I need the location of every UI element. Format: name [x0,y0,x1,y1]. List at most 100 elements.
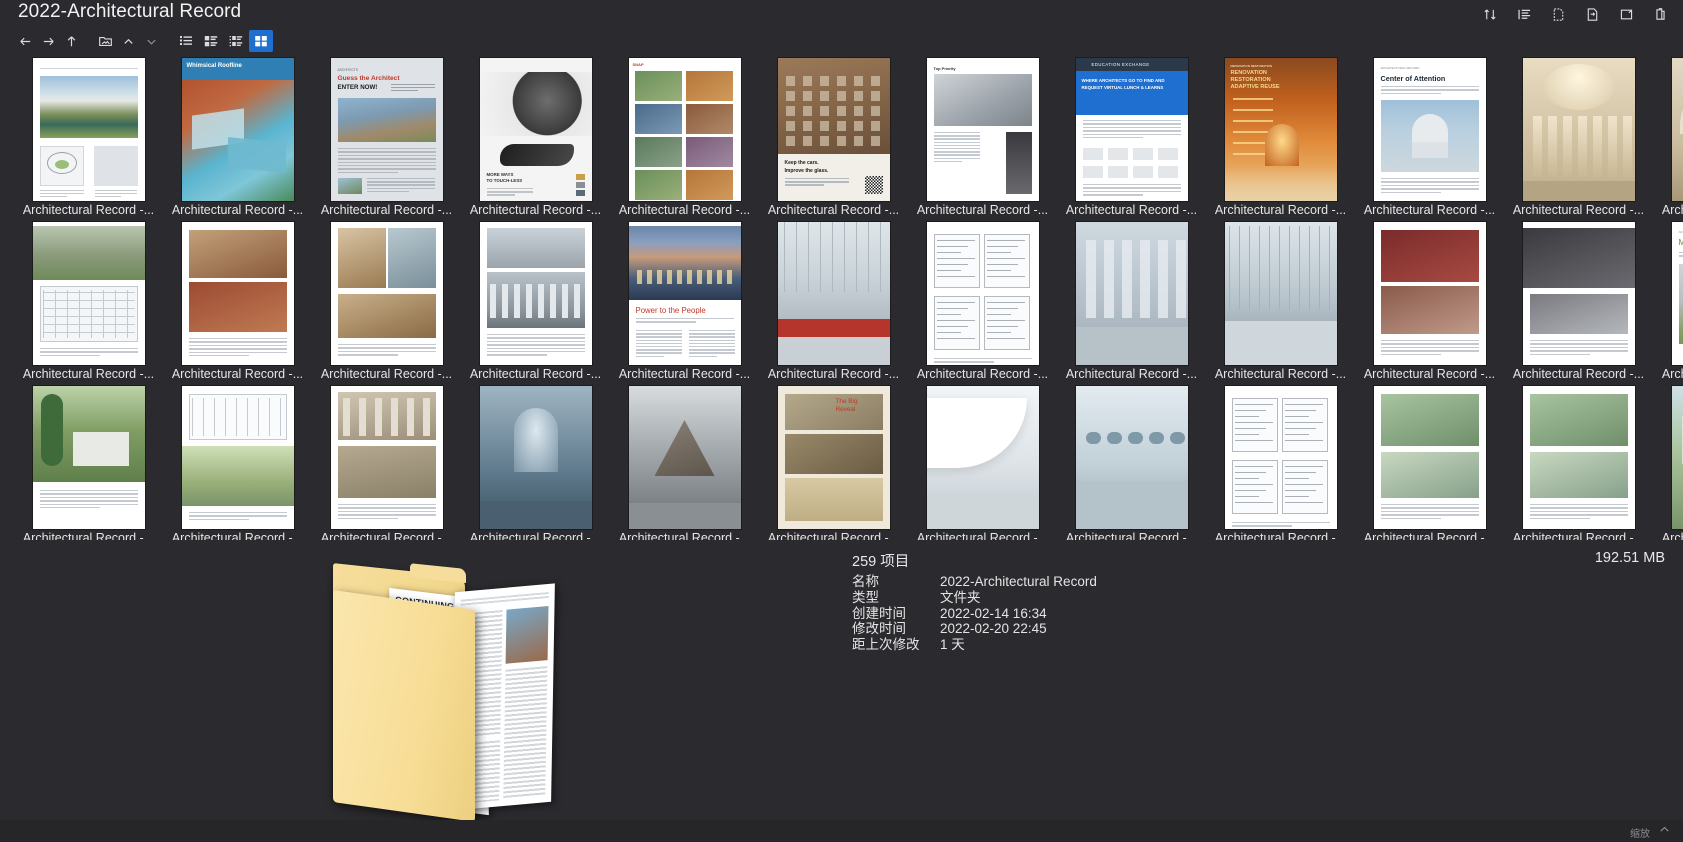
thumbnail-image[interactable]: MORE WAYS TO TOUCH-LESS [476,58,596,201]
expand-chevron-up-icon[interactable] [1658,823,1671,841]
thumbnail-image[interactable]: Power to the People [625,222,745,365]
thumbnail-image[interactable]: ARCHITECTURAL RECORDMonumental Revival [1668,222,1683,365]
thumbnail-item[interactable]: Architectural Record -... [908,386,1057,540]
thumbnail-item[interactable]: Architectural Record -... [163,386,312,540]
thumbnail-item[interactable]: Architectural Record -... [312,386,461,540]
thumbnail-item[interactable]: Architectural Record -... [1206,386,1355,540]
thumbnail-image[interactable]: Whimsical Roofline [178,58,298,201]
thumbnail-item[interactable]: Power to the People Architectural Record … [610,222,759,386]
thumbnail-item[interactable]: Architectural Record -... [461,222,610,386]
thumbnail-item[interactable]: MORE WAYS TO TOUCH-LESS Architectural Reco… [461,58,610,222]
page-preview: Top Priority [926,58,1039,201]
page-preview [1671,386,1683,529]
thumbnail-item[interactable]: Architectural Record -... [759,222,908,386]
thumbnail-grid-area[interactable]: Architectural Record -... Whimsical Roofl… [0,54,1683,540]
thumbnail-item[interactable]: Architectural Record -... [1057,386,1206,540]
thumbnail-image[interactable] [476,386,596,529]
page-preview: Whimsical Roofline [181,58,294,201]
thumbnail-item[interactable]: Keep the cars. Improve the glass. Architec… [759,58,908,222]
thumbnail-item[interactable]: Architectural Record -... [1653,386,1683,540]
thumbnail-image[interactable] [1668,58,1683,201]
thumbnail-item[interactable]: Architectural Record -... [14,222,163,386]
thumbnail-item[interactable]: Architectural Record -... [1206,222,1355,386]
thumbnail-image[interactable] [29,386,149,529]
thumbnail-image[interactable]: Keep the cars. Improve the glass. [774,58,894,201]
list-format-icon[interactable] [1511,3,1537,25]
thumbnail-item[interactable]: ARCHITECTURAL RECORD Center of Attention A… [1355,58,1504,222]
navigation-toolbar [0,28,1683,54]
thumbnail-item[interactable]: ARCHITECTURAL RECORDMonumental Revival Ar… [1653,222,1683,386]
thumbnail-item[interactable]: RENOVATION RESTORATION RENOVATION RESTORAT… [1206,58,1355,222]
thumbnail-image[interactable] [1519,222,1639,365]
thumbnail-item[interactable]: Architectural Record -... [1504,386,1653,540]
thumbnail-image[interactable]: ARCHITECTURAL RECORD Center of Attention [1370,58,1490,201]
thumbnail-image[interactable]: ARCHITECTS Guess the Architect ENTER NOW! [327,58,447,201]
thumbnail-item[interactable]: The Big Reveal Architectural Record -... [759,386,908,540]
thumbnail-item[interactable]: Architectural Record -... [1504,222,1653,386]
thumbnail-item[interactable]: Architectural Record -... [14,58,163,222]
thumbnail-item[interactable]: EDUCATION EXCHANGE WHERE ARCHITECTS GO TO… [1057,58,1206,222]
back-button[interactable] [14,30,36,52]
chevron-down-icon[interactable] [140,30,162,52]
thumbnail-image[interactable] [1221,386,1341,529]
view-thumbnails-button[interactable] [249,30,273,52]
collapse-chevron-up-icon[interactable] [117,30,139,52]
thumbnail-item[interactable]: ARCHITECTS Guess the Architect ENTER NOW! A… [312,58,461,222]
thumbnail-image[interactable] [1519,58,1639,201]
thumbnail-image[interactable]: RENOVATION RESTORATION RENOVATION RESTORAT… [1221,58,1341,201]
new-page-icon[interactable] [1545,3,1571,25]
view-list-button[interactable] [174,30,198,52]
thumbnail-image[interactable] [625,386,745,529]
thumbnail-image[interactable] [29,222,149,365]
view-details-button[interactable] [224,30,248,52]
thumbnail-item[interactable]: Architectural Record -... [1355,386,1504,540]
thumbnail-item[interactable]: Architectural Record -... [610,386,759,540]
file-browser-window: 2022-Architectural Record Architectural … [0,0,1683,842]
thumbnail-image[interactable] [1072,222,1192,365]
folder-icon[interactable] [94,30,116,52]
view-tiles-button[interactable] [199,30,223,52]
page-preview [1522,58,1635,201]
thumbnail-image[interactable] [1370,386,1490,529]
metadata-value: 2022-02-20 22:45 [940,621,1047,637]
up-button[interactable] [60,30,82,52]
thumbnail-item[interactable]: Top Priority Architectural Record -... [908,58,1057,222]
thumbnail-image[interactable] [476,222,596,365]
thumbnail-image[interactable] [327,386,447,529]
thumbnail-image[interactable] [29,58,149,201]
forward-button[interactable] [37,30,59,52]
thumbnail-image[interactable] [1072,386,1192,529]
folder-tab [410,563,466,584]
thumbnail-item[interactable]: Architectural Record -... [1057,222,1206,386]
thumbnail-image[interactable]: EDUCATION EXCHANGE WHERE ARCHITECTS GO TO… [1072,58,1192,201]
thumbnail-item[interactable]: Architectural Record -... [163,222,312,386]
thumbnail-image[interactable] [1221,222,1341,365]
import-page-icon[interactable] [1579,3,1605,25]
thumbnail-image[interactable]: SNAP [625,58,745,201]
thumbnail-image[interactable] [327,222,447,365]
thumbnail-image[interactable] [1519,386,1639,529]
thumbnail-image[interactable] [178,222,298,365]
sort-order-icon[interactable] [1477,3,1503,25]
thumbnail-image[interactable] [1370,222,1490,365]
thumbnail-item[interactable]: Architectural Record -... [1355,222,1504,386]
thumbnail-item[interactable]: Architectural Record -... [461,386,610,540]
thumbnail-item[interactable]: SNAP Architectural Record -... [610,58,759,222]
thumbnail-caption: Architectural Record -... [1363,203,1496,217]
thumbnail-item[interactable]: Architectural Record -... [312,222,461,386]
thumbnail-image[interactable] [1668,386,1683,529]
thumbnail-image[interactable] [774,222,894,365]
thumbnail-item[interactable]: Whimsical Roofline Architectural Record -… [163,58,312,222]
thumbnail-item[interactable]: Architectural Record -... [908,222,1057,386]
thumbnail-image[interactable] [923,386,1043,529]
page-preview [628,386,741,529]
copy-icon[interactable] [1647,3,1673,25]
thumbnail-image[interactable] [178,386,298,529]
thumbnail-image[interactable]: The Big Reveal [774,386,894,529]
thumbnail-item[interactable]: Architectural Record -... [14,386,163,540]
thumbnail-image[interactable]: Top Priority [923,58,1043,201]
panel-icon[interactable] [1613,3,1639,25]
thumbnail-item[interactable]: Architectural Record -... [1504,58,1653,222]
thumbnail-item[interactable]: Architectural Record -... [1653,58,1683,222]
thumbnail-image[interactable] [923,222,1043,365]
